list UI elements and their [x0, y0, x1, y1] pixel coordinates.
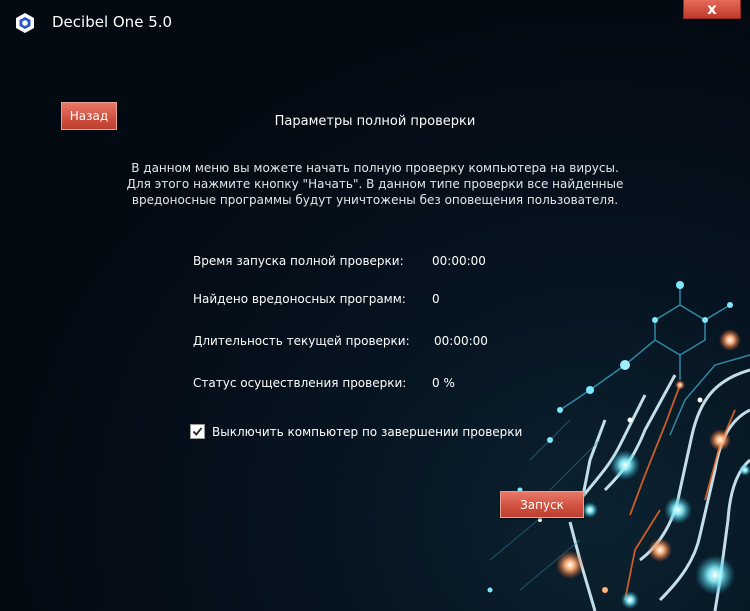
shutdown-checkbox-label: Выключить компьютер по завершении провер…: [212, 424, 523, 439]
start-time-value: 00:00:00: [432, 254, 486, 268]
malware-found-value: 0: [432, 292, 440, 306]
description-line: вредоносные программы будут уничтожены б…: [131, 193, 619, 207]
close-button[interactable]: x: [683, 0, 741, 19]
scan-duration-label: Длительность текущей проверки:: [193, 334, 410, 348]
close-icon: x: [707, 0, 717, 18]
description-line: В данном меню вы можете начать полную пр…: [131, 161, 619, 175]
app-title: Decibel One 5.0: [52, 13, 173, 31]
decibel-logo-icon: [16, 13, 34, 33]
scan-duration-value: 00:00:00: [434, 334, 488, 348]
scan-status-value: 0 %: [432, 376, 455, 390]
checkmark-icon: [192, 427, 203, 436]
title-bar: Decibel One 5.0 x: [0, 0, 750, 46]
shutdown-checkbox-row[interactable]: Выключить компьютер по завершении провер…: [190, 424, 522, 439]
app-window: Decibel One 5.0 x Назад Параметры полной…: [0, 0, 750, 611]
start-scan-button[interactable]: Запуск: [500, 491, 584, 518]
shutdown-checkbox[interactable]: [190, 424, 205, 439]
description-text: В данном меню вы можете начать полную пр…: [90, 160, 660, 208]
malware-found-label: Найдено вредоносных программ:: [193, 292, 406, 306]
description-line: Для этого нажмите кнопку "Начать". В дан…: [126, 177, 624, 191]
page-title: Параметры полной проверки: [274, 114, 476, 129]
start-time-label: Время запуска полной проверки:: [193, 254, 404, 268]
scan-status-label: Статус осуществления проверки:: [193, 376, 407, 390]
